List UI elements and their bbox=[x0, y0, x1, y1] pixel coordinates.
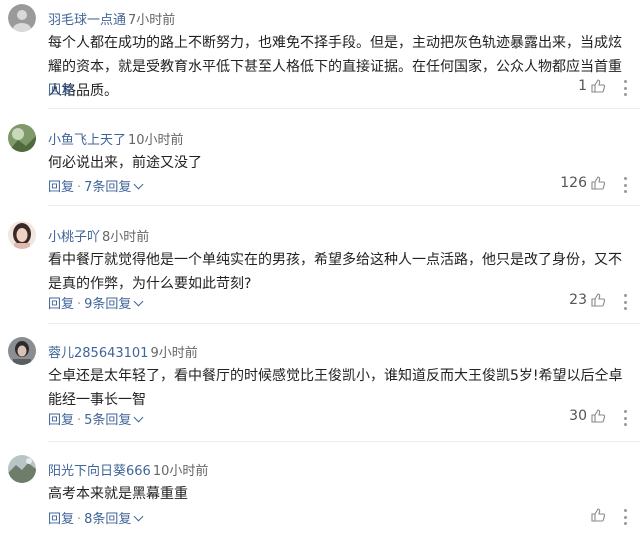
like-count: 126 bbox=[560, 175, 587, 191]
chevron-down-icon bbox=[133, 296, 144, 307]
reply-button[interactable]: 回复 bbox=[48, 512, 74, 527]
comment-meta: 阳光下向日葵666 10小时前 bbox=[48, 460, 208, 479]
thumbs-up-icon bbox=[591, 293, 606, 307]
reply-button[interactable]: 回复 bbox=[48, 413, 74, 428]
avatar[interactable] bbox=[8, 124, 36, 152]
comment-meta: 小鱼飞上天了 10小时前 bbox=[48, 129, 184, 148]
username[interactable]: 阳光下向日葵666 bbox=[48, 464, 151, 479]
comment-text: 高考本来就是黑幕重重 bbox=[48, 486, 188, 502]
more-options-icon[interactable] bbox=[618, 410, 632, 426]
like-button[interactable]: 126 bbox=[560, 175, 606, 191]
username[interactable]: 羽毛球一点通 bbox=[48, 13, 126, 28]
comment-text: 每个人都在成功的路上不断努力，也难免不择手段。但是，主动把灰色轨迹暴露出来，当成… bbox=[48, 35, 622, 99]
reply-button[interactable]: 回复 bbox=[48, 297, 74, 312]
more-options-icon[interactable] bbox=[618, 509, 632, 525]
comment-actions: 回复 · 5条回复 bbox=[48, 409, 144, 428]
replies-label: 8条回复 bbox=[84, 512, 132, 527]
more-options-icon[interactable] bbox=[618, 177, 632, 193]
reply-button[interactable]: 回复 bbox=[48, 83, 74, 98]
timestamp: 9小时前 bbox=[150, 346, 198, 361]
view-replies-button[interactable]: 7条回复 bbox=[84, 179, 144, 195]
timestamp: 10小时前 bbox=[152, 464, 209, 479]
avatar[interactable] bbox=[8, 221, 36, 249]
thumbs-up-icon bbox=[591, 79, 606, 93]
comment-item: 蓉儿285643101 9小时前 仝卓还是太年轻了，看中餐厅的时候感觉比王俊凯小，… bbox=[0, 337, 640, 437]
comment-actions: 回复 bbox=[48, 79, 74, 98]
replies-label: 7条回复 bbox=[84, 180, 132, 195]
like-count: 23 bbox=[569, 292, 587, 308]
comment-item: 小鱼飞上天了 10小时前 何必说出来，前途又没了 回复 · 7条回复 126 bbox=[0, 124, 640, 204]
like-button[interactable] bbox=[587, 507, 606, 523]
thumbs-up-icon bbox=[591, 409, 606, 423]
more-options-icon[interactable] bbox=[618, 294, 632, 310]
thumbs-up-icon bbox=[591, 508, 606, 522]
comment-actions: 回复 · 7条回复 bbox=[48, 176, 144, 195]
comment-meta: 蓉儿285643101 9小时前 bbox=[48, 342, 198, 361]
comment-meta: 小桃子吖 8小时前 bbox=[48, 226, 149, 245]
comment-text: 看中餐厅就觉得他是一个单纯实在的男孩，希望多给这种人一点活路，他只是改了身份，又… bbox=[48, 252, 622, 292]
timestamp: 10小时前 bbox=[128, 133, 184, 148]
username[interactable]: 小桃子吖 bbox=[48, 230, 100, 245]
separator: · bbox=[77, 512, 82, 527]
separator: · bbox=[77, 297, 82, 312]
comment-actions: 回复 · 9条回复 bbox=[48, 293, 144, 312]
separator: · bbox=[77, 413, 82, 428]
like-button[interactable]: 30 bbox=[569, 408, 606, 424]
replies-label: 5条回复 bbox=[84, 413, 132, 428]
view-replies-button[interactable]: 9条回复 bbox=[84, 296, 144, 312]
comment-text: 仝卓还是太年轻了，看中餐厅的时候感觉比王俊凯小，谁知道反而大王俊凯5岁!希望以后… bbox=[48, 368, 623, 408]
chevron-down-icon bbox=[133, 511, 144, 522]
username[interactable]: 蓉儿285643101 bbox=[48, 346, 148, 361]
comment-item: 小桃子吖 8小时前 看中餐厅就觉得他是一个单纯实在的男孩，希望多给这种人一点活路，… bbox=[0, 221, 640, 321]
chevron-down-icon bbox=[133, 179, 144, 190]
timestamp: 8小时前 bbox=[102, 230, 150, 245]
comment-meta: 羽毛球一点通 7小时前 bbox=[48, 9, 175, 28]
avatar[interactable] bbox=[8, 455, 36, 483]
username[interactable]: 小鱼飞上天了 bbox=[48, 133, 126, 148]
divider bbox=[48, 323, 640, 324]
view-replies-button[interactable]: 5条回复 bbox=[84, 412, 144, 428]
divider bbox=[48, 441, 640, 442]
comment-text: 何必说出来，前途又没了 bbox=[48, 155, 202, 171]
separator: · bbox=[77, 180, 82, 195]
like-count: 1 bbox=[578, 78, 587, 94]
like-button[interactable]: 1 bbox=[578, 78, 606, 94]
view-replies-button[interactable]: 8条回复 bbox=[84, 511, 144, 527]
replies-label: 9条回复 bbox=[84, 297, 132, 312]
like-button[interactable]: 23 bbox=[569, 292, 606, 308]
timestamp: 7小时前 bbox=[128, 13, 176, 28]
reply-button[interactable]: 回复 bbox=[48, 180, 74, 195]
comment-item: 阳光下向日葵666 10小时前 高考本来就是黑幕重重 回复 · 8条回复 bbox=[0, 455, 640, 540]
thumbs-up-icon bbox=[591, 176, 606, 190]
comment-actions: 回复 · 8条回复 bbox=[48, 508, 144, 527]
chevron-down-icon bbox=[133, 412, 144, 423]
like-count: 30 bbox=[569, 408, 587, 424]
avatar[interactable] bbox=[8, 4, 36, 32]
more-options-icon[interactable] bbox=[618, 80, 632, 96]
avatar[interactable] bbox=[8, 337, 36, 365]
divider bbox=[48, 108, 640, 109]
comment-item: 羽毛球一点通 7小时前 每个人都在成功的路上不断努力，也难免不择手段。但是，主动把… bbox=[0, 4, 640, 99]
divider bbox=[48, 205, 640, 206]
